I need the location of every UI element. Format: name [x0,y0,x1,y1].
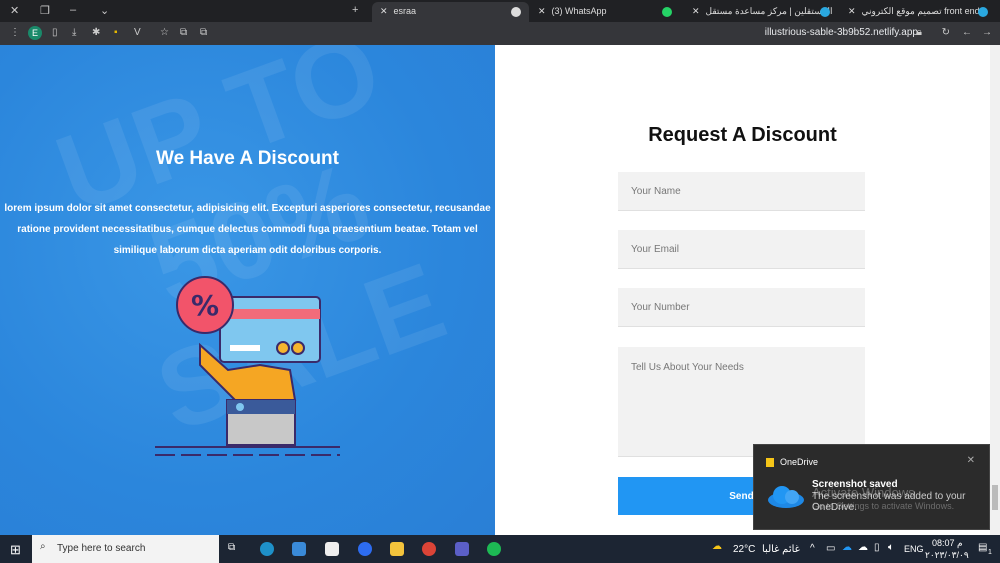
file-explorer-icon[interactable] [390,542,404,556]
tab-whatsapp[interactable]: ✕ (3) WhatsApp [530,2,680,22]
browser-tab-bar: ✕ ❐ – ⌄ + ✕ esraa ✕ (3) WhatsApp ✕ المستقلي… [0,0,1000,22]
tab-label: esraa [393,6,417,16]
notification-app-name: OneDrive [780,457,819,467]
store-icon[interactable] [325,542,339,556]
close-window-icon[interactable]: ✕ [10,4,19,17]
teams-icon[interactable] [455,542,469,556]
show-hidden-icons[interactable]: ^ [810,543,815,554]
extension-icon[interactable]: ▪ [114,27,118,38]
device-icon[interactable]: ▯ [874,542,880,553]
browser-toolbar: ⋮ E ▯ ⤓ ✱ ▪ V ☆ ⧉ ⧉ illustrious-sable-3b… [0,22,1000,45]
weather-icon[interactable]: ☁ [712,541,722,552]
back-icon[interactable]: ← [962,27,972,38]
mail-icon[interactable] [292,542,306,556]
tab-esraa[interactable]: ✕ esraa [372,2,529,22]
globe-icon [511,7,521,17]
minimize-window-icon[interactable]: – [70,4,76,16]
reload-icon[interactable]: ↻ [942,27,950,38]
clock-time[interactable]: 08:07 م [932,538,963,549]
chrome-icon[interactable] [422,542,436,556]
lock-icon: 🔒︎ [916,27,922,38]
windows-taskbar: ⊞ ⌕ Type here to search ⧉ ☁ 22°C غائم غال… [0,535,1000,563]
discount-card-illustration: % [155,276,340,456]
onedrive-notification[interactable]: OneDrive ✕ Screenshot saved The screensh… [753,444,990,530]
clock-date[interactable]: ٢٠٢٣/٠٣/٠٩ [925,550,969,561]
forward-icon[interactable]: → [982,27,992,38]
weather-text[interactable]: غائم غالبا [762,544,800,555]
network-icon[interactable]: ☁ [858,542,868,553]
discount-title: We Have A Discount [155,148,339,169]
email-input[interactable]: Your Email [618,230,865,269]
share-icon[interactable]: ⧉ [180,27,187,38]
activate-windows-watermark: Activate Windows [812,485,915,500]
profile-avatar[interactable]: E [28,26,42,40]
language-indicator[interactable]: ENG [904,544,924,554]
onedrive-app-icon [766,458,774,467]
onedrive-cloud-icon [768,486,804,508]
zoom-icon[interactable] [358,542,372,556]
tab-mostaql-help[interactable]: ✕ المستقلين | مركز مساعدة مستقل [684,2,834,22]
needs-textarea[interactable]: Tell Us About Your Needs [618,347,865,457]
name-input[interactable]: Your Name [618,172,865,211]
sidebar-icon[interactable]: ▯ [52,27,58,38]
address-bar[interactable]: illustrious-sable-3b9b52.netlify.app [765,27,918,38]
screenshot-icon[interactable]: ⧉ [200,27,207,38]
spotify-icon[interactable] [487,542,501,556]
notification-count: 1 [988,549,992,556]
close-tab-icon[interactable]: ✕ [692,6,700,16]
notification-center-icon[interactable]: ▤ [978,542,987,553]
discount-description: lorem ipsum dolor sit amet consectetur, … [4,203,491,256]
form-title: Request A Discount [648,124,837,146]
restore-window-icon[interactable]: ❐ [40,4,50,17]
task-view-icon[interactable]: ⧉ [228,542,235,553]
taskbar-search-box[interactable]: ⌕ Type here to search [32,535,219,563]
tab-label: المستقلين | مركز مساعدة مستقل [705,6,833,16]
scrollbar-thumb[interactable] [992,485,998,510]
windows-start-icon[interactable]: ⊞ [10,542,21,558]
close-tab-icon[interactable]: ✕ [538,6,546,16]
activate-windows-hint: Go to Settings to activate Windows. [812,501,955,511]
close-tab-icon[interactable]: ✕ [380,6,388,16]
vpn-extension-icon[interactable]: V [134,27,141,38]
tab-label: تصميم موقع الكتروني front end | [861,6,985,16]
search-placeholder: Type here to search [57,543,146,554]
tab-label: (3) WhatsApp [551,6,607,16]
whatsapp-icon [662,7,672,17]
extensions-icon[interactable]: ✱ [92,27,100,38]
tab-front-end[interactable]: ✕ تصميم موقع الكتروني front end | [840,2,1000,22]
close-tab-icon[interactable]: ✕ [848,6,856,16]
volume-icon[interactable]: 🔈︎ [888,542,894,553]
menu-icon[interactable]: ⋮ [10,27,20,38]
new-tab-button[interactable]: + [352,4,358,16]
close-notification-icon[interactable]: ✕ [967,455,975,466]
download-icon[interactable]: ⤓ [72,27,76,38]
edge-icon[interactable] [260,542,274,556]
onedrive-tray-icon[interactable]: ☁ [842,542,852,553]
percent-symbol: % [191,289,219,322]
tab-search-icon[interactable]: ⌄ [100,4,109,17]
page-scrollbar[interactable] [990,45,1000,535]
weather-temp[interactable]: 22°C [733,544,755,555]
mostaql-icon [978,7,988,17]
bookmark-star-icon[interactable]: ☆ [160,27,169,38]
number-input[interactable]: Your Number [618,288,865,327]
battery-icon[interactable]: ▭ [826,543,835,554]
discount-panel: UP TO 50% SALE We Have A Discount lorem … [0,45,495,535]
mostaql-icon [820,7,830,17]
search-icon: ⌕ [40,541,46,552]
